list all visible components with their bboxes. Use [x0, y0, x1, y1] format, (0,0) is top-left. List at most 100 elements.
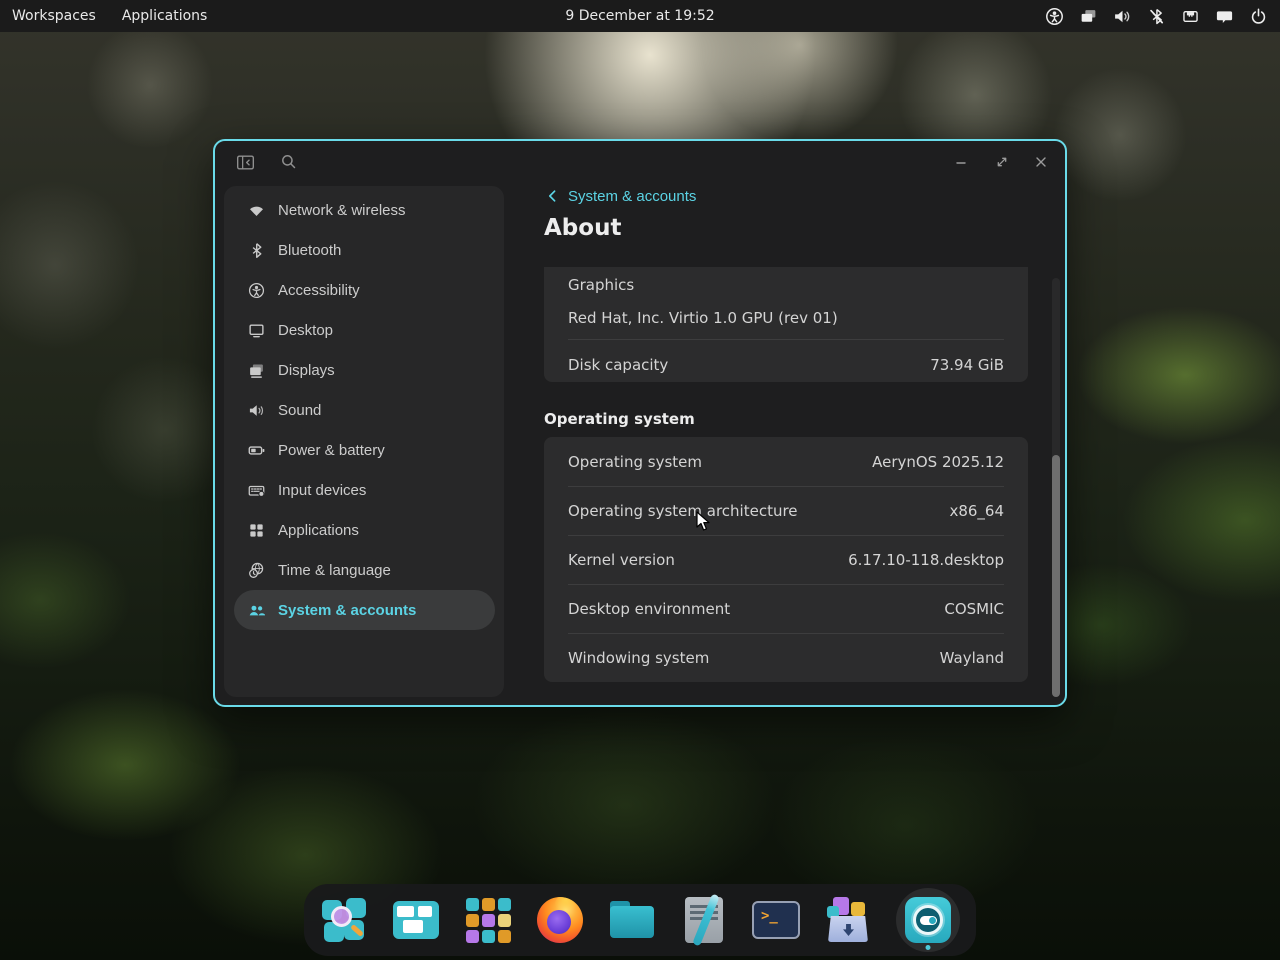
scrollbar-track[interactable]	[1052, 278, 1060, 697]
os-row: Windowing system Wayland	[568, 633, 1004, 682]
back-chevron-icon	[545, 188, 561, 204]
os-row-value: COSMIC	[944, 600, 1004, 618]
breadcrumb[interactable]: System & accounts	[545, 186, 696, 206]
volume-icon[interactable]	[1113, 7, 1132, 26]
top-panel: Workspaces Applications 9 December at 19…	[0, 0, 1280, 32]
sidebar-item-applications[interactable]: Applications	[234, 510, 495, 550]
dock: >_	[304, 884, 976, 956]
sidebar-item-desktop[interactable]: Desktop	[234, 310, 495, 350]
os-row-value: Wayland	[940, 649, 1004, 667]
sidebar-item-time-language[interactable]: Time & language	[234, 550, 495, 590]
text-editor-icon	[685, 897, 723, 943]
close-button[interactable]	[1028, 149, 1054, 175]
dock-item-terminal[interactable]: >_	[752, 888, 800, 952]
page-title: About	[544, 215, 621, 241]
files-folder-icon	[608, 900, 656, 940]
breadcrumb-label: System & accounts	[568, 188, 696, 205]
terminal-prompt-glyph: >_	[761, 908, 778, 924]
workspaces-button[interactable]: Workspaces	[12, 8, 96, 24]
apps-grid-icon	[248, 522, 265, 539]
displays-icon[interactable]	[1079, 7, 1098, 26]
os-row-label: Desktop environment	[568, 600, 730, 618]
os-row: Operating system architecture x86_64	[568, 486, 1004, 535]
active-app-indicator	[926, 945, 931, 950]
firefox-icon	[537, 897, 583, 943]
dock-item-text-editor[interactable]	[680, 888, 728, 952]
dock-item-files[interactable]	[608, 888, 656, 952]
sidebar-item-label: Accessibility	[278, 282, 360, 299]
sidebar-item-label: Input devices	[278, 482, 366, 499]
sidebar-item-label: Bluetooth	[278, 242, 341, 259]
app-library-icon	[466, 898, 511, 943]
dock-item-app-store[interactable]	[824, 888, 872, 952]
disk-capacity-label: Disk capacity	[568, 356, 668, 374]
sidebar-item-sound[interactable]: Sound	[234, 390, 495, 430]
battery-icon	[248, 442, 265, 459]
sidebar-item-label: Time & language	[278, 562, 391, 579]
displays-icon	[248, 362, 265, 379]
screen: Workspaces Applications 9 December at 19…	[0, 0, 1280, 960]
os-row-value: x86_64	[949, 502, 1004, 520]
accessibility-icon[interactable]	[1045, 7, 1064, 26]
workspaces-icon	[393, 901, 439, 939]
os-row-label: Operating system	[568, 453, 702, 471]
dock-item-firefox[interactable]	[536, 888, 584, 952]
os-row: Operating system AerynOS 2025.12	[568, 437, 1004, 486]
dock-item-launcher[interactable]	[320, 888, 368, 952]
sidebar-item-accessibility[interactable]: Accessibility	[234, 270, 495, 310]
clock-applet[interactable]: 9 December at 19:52	[565, 8, 714, 24]
accessibility-icon	[248, 282, 265, 299]
os-row-label: Operating system architecture	[568, 502, 798, 520]
hardware-card: Graphics Red Hat, Inc. Virtio 1.0 GPU (r…	[544, 267, 1028, 382]
top-panel-right	[1045, 7, 1280, 26]
app-store-icon	[824, 896, 872, 944]
maximize-button[interactable]	[989, 149, 1015, 175]
os-row-value: AerynOS 2025.12	[872, 453, 1004, 471]
terminal-icon: >_	[752, 901, 800, 939]
divider	[568, 339, 1004, 340]
sidebar-item-label: System & accounts	[278, 602, 416, 619]
disk-capacity-value: 73.94 GiB	[930, 356, 1004, 374]
dock-item-workspaces[interactable]	[392, 888, 440, 952]
notifications-icon[interactable]	[1215, 7, 1234, 26]
sidebar-item-label: Displays	[278, 362, 335, 379]
dock-item-app-library[interactable]	[464, 888, 512, 952]
settings-window: Network & wireless Bluetooth Accessibili…	[213, 139, 1067, 707]
os-section-heading: Operating system	[544, 410, 695, 428]
launcher-icon	[321, 897, 367, 943]
sidebar-item-network-wireless[interactable]: Network & wireless	[234, 190, 495, 230]
minimize-button[interactable]	[948, 149, 974, 175]
power-icon[interactable]	[1249, 7, 1268, 26]
os-row: Desktop environment COSMIC	[568, 584, 1004, 633]
top-panel-left: Workspaces Applications	[0, 8, 207, 24]
sidebar-item-label: Network & wireless	[278, 202, 406, 219]
scrollbar-thumb[interactable]	[1052, 455, 1060, 697]
clock-globe-icon	[248, 562, 265, 579]
settings-sidebar: Network & wireless Bluetooth Accessibili…	[224, 186, 504, 697]
wifi-icon	[248, 202, 265, 219]
bluetooth-disabled-icon[interactable]	[1147, 7, 1166, 26]
sound-icon	[248, 402, 265, 419]
ethernet-icon[interactable]	[1181, 7, 1200, 26]
sidebar-item-label: Applications	[278, 522, 359, 539]
sidebar-item-label: Desktop	[278, 322, 333, 339]
disk-capacity-row: Disk capacity 73.94 GiB	[568, 347, 1004, 382]
sidebar-item-input-devices[interactable]: Input devices	[234, 470, 495, 510]
dock-item-settings[interactable]	[896, 888, 960, 952]
os-row-label: Kernel version	[568, 551, 675, 569]
settings-icon	[905, 897, 951, 943]
search-icon[interactable]	[276, 149, 302, 175]
operating-system-card: Operating system AerynOS 2025.12 Operati…	[544, 437, 1028, 682]
sidebar-item-bluetooth[interactable]: Bluetooth	[234, 230, 495, 270]
sidebar-item-system-accounts[interactable]: System & accounts	[234, 590, 495, 630]
sidebar-item-displays[interactable]: Displays	[234, 350, 495, 390]
os-row: Kernel version 6.17.10-118.desktop	[568, 535, 1004, 584]
sidebar-toggle-icon[interactable]	[232, 149, 258, 175]
titlebar[interactable]	[215, 141, 1065, 185]
graphics-value: Red Hat, Inc. Virtio 1.0 GPU (rev 01)	[568, 309, 838, 327]
keyboard-icon	[248, 482, 265, 499]
sidebar-item-label: Sound	[278, 402, 321, 419]
sidebar-item-power-battery[interactable]: Power & battery	[234, 430, 495, 470]
desktop-icon	[248, 322, 265, 339]
applications-button[interactable]: Applications	[122, 8, 208, 24]
